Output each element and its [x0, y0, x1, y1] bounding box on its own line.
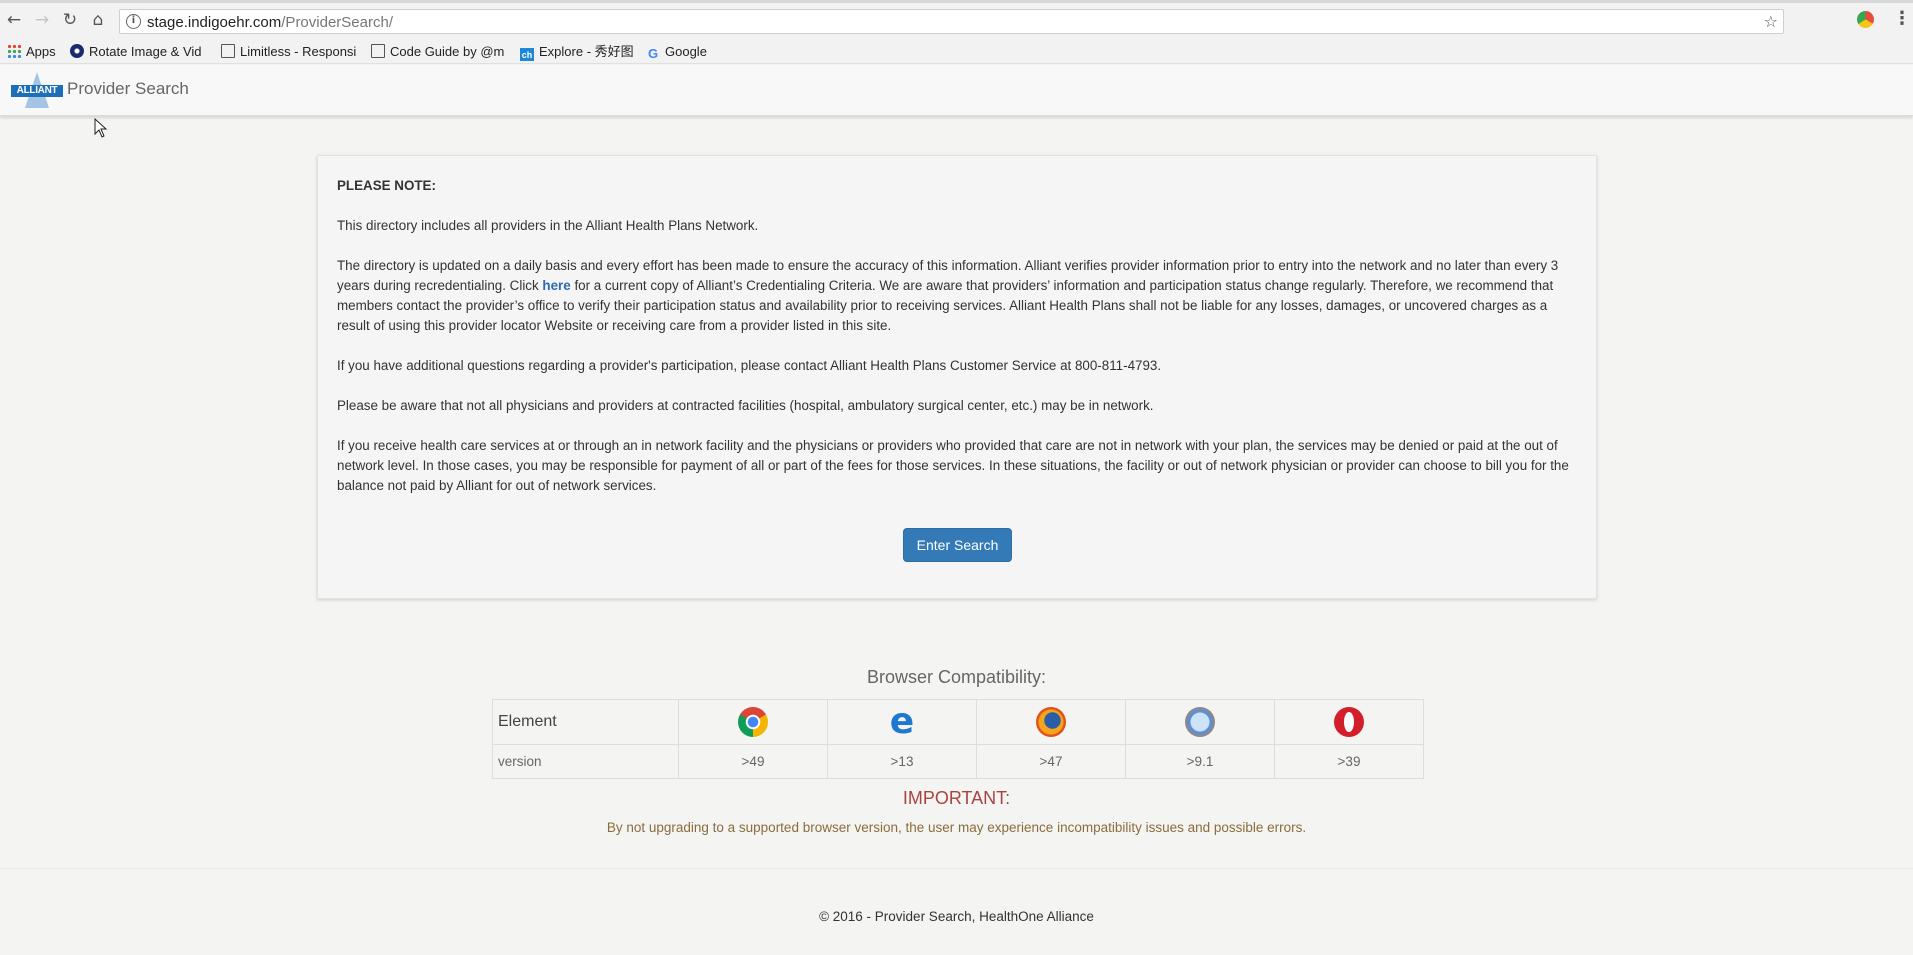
opera-icon — [1334, 707, 1364, 737]
google-icon: G — [647, 46, 659, 61]
page-icon — [371, 44, 385, 58]
forward-arrow-icon[interactable]: → — [32, 10, 52, 30]
bookmark-explore[interactable]: ch Explore - 秀好图 — [520, 43, 640, 61]
rotate-image-icon — [70, 44, 84, 58]
bookmark-limitless[interactable]: Limitless - Responsi — [221, 43, 357, 61]
edge-version: >13 — [827, 744, 977, 779]
edge-cell: e — [827, 699, 977, 745]
opera-cell — [1274, 699, 1424, 745]
firefox-version: >47 — [976, 744, 1126, 779]
site-info-icon[interactable]: i — [126, 14, 141, 29]
version-label: version — [492, 744, 679, 779]
opera-version: >39 — [1274, 744, 1424, 779]
credentialing-criteria-link[interactable]: here — [542, 278, 570, 293]
footer-copyright: © 2016 - Provider Search, HealthOne Alli… — [819, 909, 1094, 924]
bookmarks-bar: Apps Rotate Image & Vid Limitless - Resp… — [0, 40, 1913, 64]
site-title[interactable]: Provider Search — [67, 78, 189, 100]
notice-panel: PLEASE NOTE: This directory includes all… — [317, 155, 1597, 599]
browser-menu-icon[interactable]: ⋮ — [1893, 9, 1911, 29]
edge-icon: e — [889, 701, 915, 742]
bookmark-label: Explore - 秀好图 — [539, 44, 634, 59]
table-row: Element e — [492, 699, 1424, 745]
footer-divider — [0, 868, 1913, 869]
element-header: Element — [492, 699, 679, 745]
safari-icon — [1185, 707, 1215, 737]
bookmark-rotate-image[interactable]: Rotate Image & Vid — [70, 43, 206, 61]
url-path: /ProviderSearch/ — [281, 14, 393, 31]
safari-cell — [1125, 699, 1275, 745]
chrome-cell — [678, 699, 828, 745]
apps-grid-icon — [7, 44, 21, 58]
bookmark-label: Rotate Image & Vid — [89, 44, 202, 59]
home-icon[interactable]: ⌂ — [88, 10, 108, 30]
firefox-cell — [976, 699, 1126, 745]
important-message: By not upgrading to a supported browser … — [606, 820, 1307, 835]
chrome-icon — [738, 707, 768, 737]
tab-strip — [0, 0, 1913, 3]
notice-heading: PLEASE NOTE: — [337, 178, 436, 193]
notice-paragraph-4: Please be aware that not all physicians … — [337, 398, 1154, 413]
extension-icon[interactable] — [1857, 11, 1874, 28]
notice-paragraph-2: The directory is updated on a daily basi… — [337, 256, 1577, 336]
url-host: stage.indigoehr.com — [147, 14, 282, 31]
compat-table: Element e version >49 >13 >47 >9.1 >39 — [492, 699, 1424, 779]
notice-paragraph-3: If you have additional questions regardi… — [337, 358, 1162, 373]
chrome-version: >49 — [678, 744, 828, 779]
bookmark-label: Code Guide by @m — [390, 44, 505, 59]
url-text[interactable]: stage.indigoehr.com/ProviderSearch/ — [147, 14, 393, 31]
bookmark-label: Apps — [26, 44, 56, 59]
bookmark-code-guide[interactable]: Code Guide by @m — [371, 43, 507, 61]
bookmark-label: Google — [665, 44, 707, 59]
notice-paragraph-5: If you receive health care services at o… — [337, 438, 1569, 493]
compat-title: Browser Compatibility: — [866, 667, 1047, 687]
bookmark-apps[interactable]: Apps — [7, 43, 59, 61]
logo-text: ALLIANT — [11, 85, 63, 97]
bookmark-star-icon[interactable]: ☆ — [1764, 12, 1778, 31]
browser-toolbar: ← → ↻ ⌂ i stage.indigoehr.com/ProviderSe… — [0, 0, 1913, 40]
back-arrow-icon[interactable]: ← — [4, 10, 24, 30]
firefox-icon — [1036, 707, 1066, 737]
important-title: IMPORTANT: — [902, 788, 1011, 808]
bookmark-label: Limitless - Responsi — [240, 44, 357, 59]
notice-paragraph-1: This directory includes all providers in… — [337, 218, 759, 233]
site-navbar: ALLIANT Provider Search — [0, 65, 1913, 116]
ch-icon: ch — [520, 48, 534, 61]
bookmark-google[interactable]: G Google — [646, 43, 726, 61]
address-bar[interactable]: i stage.indigoehr.com/ProviderSearch/ ☆ — [119, 9, 1784, 34]
alliant-logo[interactable]: ALLIANT — [11, 72, 63, 110]
page-icon — [221, 44, 235, 58]
reload-icon[interactable]: ↻ — [60, 10, 80, 30]
table-row: version >49 >13 >47 >9.1 >39 — [492, 744, 1424, 779]
enter-search-button[interactable]: Enter Search — [903, 528, 1012, 562]
safari-version: >9.1 — [1125, 744, 1275, 779]
